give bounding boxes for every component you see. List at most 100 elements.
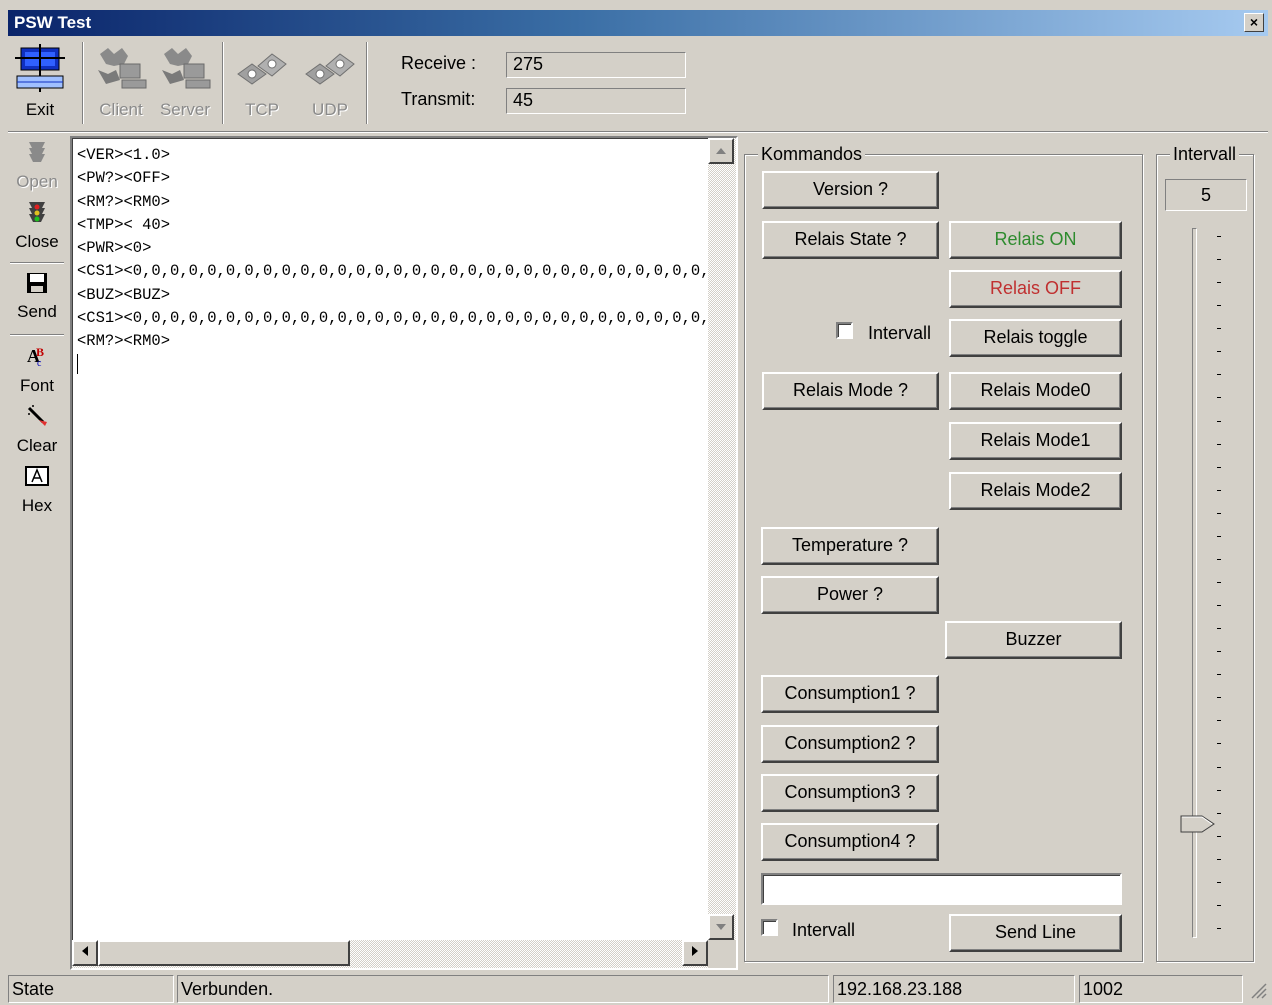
close-connection-button[interactable]: Close <box>8 200 66 256</box>
server-button[interactable]: Server <box>154 42 216 126</box>
consumption3-button[interactable]: Consumption3 ? <box>761 774 939 812</box>
transmit-count: 45 <box>506 88 686 114</box>
horizontal-scrollbar[interactable] <box>72 940 708 968</box>
relais-mode2-button[interactable]: Relais Mode2 <box>949 472 1122 510</box>
slider-tick <box>1217 489 1221 491</box>
udp-label: UDP <box>312 100 348 119</box>
toolbar-separator <box>366 42 368 124</box>
send-line-button[interactable]: Send Line <box>949 914 1122 952</box>
client-label: Client <box>99 100 143 119</box>
slider-tick <box>1217 374 1221 376</box>
transmit-label: Transmit: <box>401 89 476 109</box>
hex-button[interactable]: Hex <box>8 464 66 520</box>
slider-tick <box>1217 558 1221 560</box>
slider-tick <box>1217 697 1221 699</box>
relais-toggle-button[interactable]: Relais toggle <box>949 319 1122 357</box>
udp-button[interactable]: UDP <box>298 42 362 126</box>
consumption2-button[interactable]: Consumption2 ? <box>761 725 939 763</box>
slider-tick <box>1217 812 1221 814</box>
slider-tick <box>1217 420 1221 422</box>
arrow-right-icon <box>692 946 698 956</box>
arrow-left-icon <box>82 946 88 956</box>
scroll-thumb[interactable] <box>98 940 350 966</box>
scroll-down-button[interactable] <box>708 914 734 940</box>
relais-mode-query-button[interactable]: Relais Mode ? <box>762 372 939 410</box>
slider-tick <box>1217 858 1221 860</box>
clear-button[interactable]: Clear <box>8 404 66 460</box>
traffic-light-icon <box>29 202 45 222</box>
version-button[interactable]: Version ? <box>762 171 939 209</box>
intervall-send-checkbox[interactable] <box>761 919 778 936</box>
slider-tick <box>1217 628 1221 630</box>
status-port: 1002 <box>1079 975 1243 1003</box>
open-button[interactable]: Open <box>8 140 66 196</box>
receive-label: Receive : <box>401 53 477 73</box>
exit-label: Exit <box>25 100 55 119</box>
power-button[interactable]: Power ? <box>761 576 939 614</box>
text-caret <box>77 353 78 374</box>
scroll-corner <box>708 940 736 968</box>
intervall-checkbox[interactable] <box>836 322 853 339</box>
send-line-input[interactable] <box>761 873 1122 905</box>
close-icon: × <box>1249 14 1259 30</box>
slider-tick <box>1217 259 1221 261</box>
send-button[interactable]: Send <box>8 270 66 326</box>
slider-tick <box>1217 743 1221 745</box>
resize-grip-icon[interactable] <box>1248 980 1268 1000</box>
sidebar-separator <box>10 334 64 336</box>
vertical-scrollbar[interactable] <box>708 138 736 940</box>
scroll-right-button[interactable] <box>682 940 708 966</box>
arrow-up-icon <box>716 148 726 154</box>
log-content[interactable]: <VER><1.0> <PW?><OFF> <RM?><RM0> <TMP>< 40>… <box>77 144 706 374</box>
tcp-icon <box>237 53 287 85</box>
side-toolbar: Open Close Send A B c Font Clear Hex <box>8 136 66 536</box>
hex-label: Hex <box>21 496 53 515</box>
relais-on-button[interactable]: Relais ON <box>949 221 1122 259</box>
log-line: <CS1><0,0,0,0,0,0,0,0,0,0,0,0,0,0,0,0,0,… <box>77 309 706 328</box>
close-label: Close <box>15 232 59 251</box>
intervall-slider[interactable] <box>1170 228 1250 940</box>
buzzer-button[interactable]: Buzzer <box>945 621 1122 659</box>
slider-tick <box>1217 928 1221 929</box>
exit-button[interactable]: Exit <box>12 42 68 126</box>
scroll-left-button[interactable] <box>72 940 98 966</box>
client-button[interactable]: Client <box>92 42 150 126</box>
consumption4-button[interactable]: Consumption4 ? <box>761 823 939 861</box>
server-label: Server <box>159 100 211 119</box>
relais-mode0-button[interactable]: Relais Mode0 <box>949 372 1122 410</box>
slider-tick <box>1217 720 1221 722</box>
log-line: <CS1><0,0,0,0,0,0,0,0,0,0,0,0,0,0,0,0,0,… <box>77 262 706 281</box>
relais-mode1-button[interactable]: Relais Mode1 <box>949 422 1122 460</box>
server-icon <box>162 48 211 89</box>
font-label: Font <box>19 376 55 395</box>
close-button[interactable]: × <box>1244 13 1264 32</box>
slider-tick <box>1217 305 1221 307</box>
slider-tick <box>1217 904 1221 906</box>
temperature-button[interactable]: Temperature ? <box>761 527 939 565</box>
slider-tick <box>1217 512 1221 514</box>
sidebar-separator <box>10 262 64 264</box>
log-textarea[interactable]: <VER><1.0> <PW?><OFF> <RM?><RM0> <TMP>< 40>… <box>70 136 738 970</box>
slider-tick <box>1217 881 1221 883</box>
send-label: Send <box>17 302 57 321</box>
title-bar[interactable]: PSW Test × <box>8 10 1268 36</box>
toolbar: Exit Client Server TCP UDP Receive: 275… <box>8 38 1268 130</box>
relais-off-button[interactable]: Relais OFF <box>949 270 1122 308</box>
receive-count: 275 <box>506 52 686 78</box>
font-button[interactable]: A B c Font <box>8 344 66 400</box>
client-icon <box>98 48 147 89</box>
slider-tick <box>1217 766 1221 768</box>
slider-tick <box>1217 466 1221 468</box>
consumption1-button[interactable]: Consumption1 ? <box>761 675 939 713</box>
relais-state-button[interactable]: Relais State ? <box>762 221 939 259</box>
status-message: Verbunden. <box>177 975 829 1003</box>
tcp-button[interactable]: TCP <box>230 42 294 126</box>
slider-tick <box>1217 443 1221 445</box>
intervall-value: 5 <box>1165 179 1247 211</box>
slider-tick <box>1217 397 1221 399</box>
font-icon: A B c <box>27 345 44 368</box>
udp-icon <box>305 53 355 85</box>
scroll-up-button[interactable] <box>708 138 734 164</box>
tcp-label: TCP <box>245 100 279 119</box>
slider-thumb[interactable] <box>1180 815 1216 833</box>
